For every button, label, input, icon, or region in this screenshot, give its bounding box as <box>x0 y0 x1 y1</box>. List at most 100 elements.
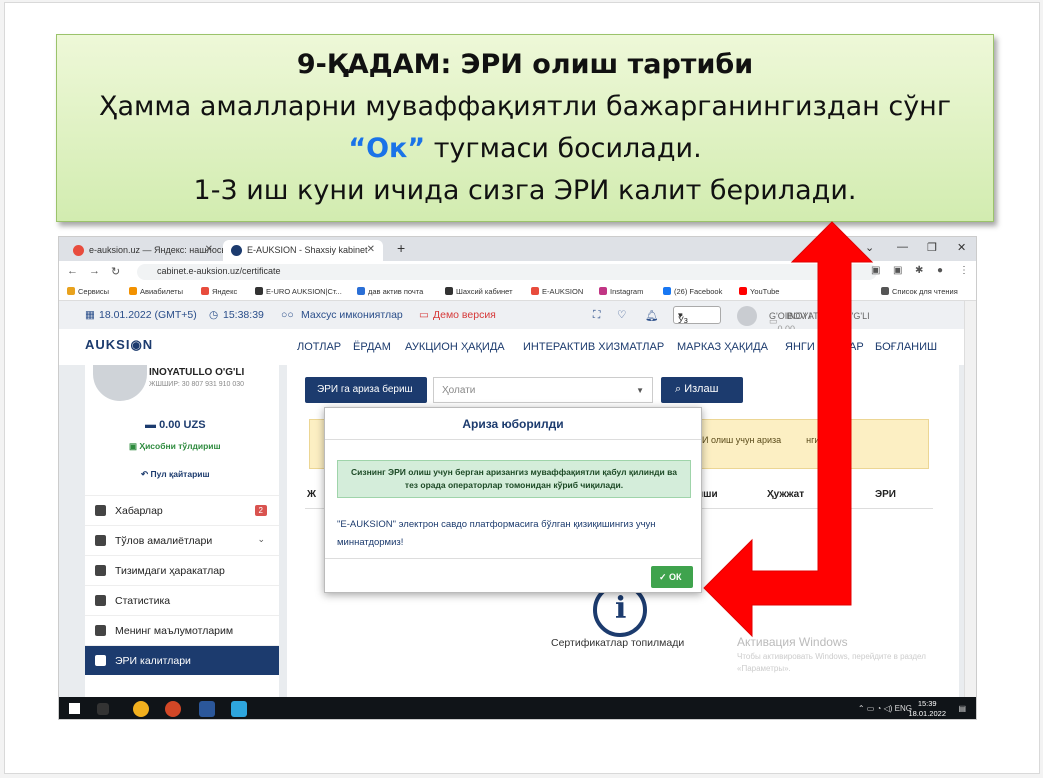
balance: ▬ 0.00 UZS <box>145 419 206 431</box>
sidebar-item-actions[interactable]: Тизимдаги ҳаракатлар <box>85 555 279 585</box>
windows-activation-subtitle: Чтобы активировать Windows, перейдите в … <box>737 652 926 673</box>
refund-link[interactable]: ↶ Пул қайтариш <box>141 469 210 480</box>
ok-button[interactable]: ✓ ОК <box>651 566 693 588</box>
close-icon[interactable]: ✕ <box>205 244 213 255</box>
e-auksion-icon <box>531 287 539 295</box>
banner-line-3: “Ок” тугмаси босилади. <box>57 133 993 164</box>
calendar-icon: ▦ <box>85 309 95 321</box>
bookmark-item[interactable]: Авиабилеты <box>129 287 183 296</box>
bookmark-item[interactable]: (26) Facebook <box>663 287 722 296</box>
menu-item-news[interactable]: ЯНГИ <box>785 341 815 353</box>
url-input[interactable]: cabinet.e-auksion.uz/certificate <box>137 264 877 280</box>
gavel-icon <box>445 287 453 295</box>
new-tab-icon[interactable]: + <box>397 240 405 256</box>
extension-icon[interactable]: ▣ <box>871 265 880 276</box>
address-bar: ← → ↻ cabinet.e-auksion.uz/certificate ▣… <box>59 261 976 283</box>
demo-link[interactable]: Демо версия <box>433 309 496 321</box>
sidebar: INOYATULLO O'G'LI ЖШШИР: 30 807 931 910 … <box>85 365 279 697</box>
plane-icon <box>129 287 137 295</box>
language-select[interactable]: Ўз ▾ <box>673 306 721 325</box>
sidebar-item-payments[interactable]: Тўлов амалиётлари ⌄ <box>85 525 279 555</box>
close-icon[interactable]: ✕ <box>367 244 375 255</box>
restore-icon[interactable]: ❐ <box>927 241 937 254</box>
bookmark-item[interactable]: E-AUKSION <box>531 287 583 296</box>
tab-e-auksion[interactable]: E-AUKSION - Shaxsiy kabinet ✕ <box>223 240 383 261</box>
browser-screenshot: e-auksion.uz — Яндекс: нашлось ✕ E-AUKSIO… <box>58 236 977 720</box>
chevron-down-icon: ⌄ <box>257 534 265 544</box>
banner-title: 9-ҚАДАМ: ЭРИ олиш тартиби <box>296 49 754 80</box>
puzzle-icon[interactable]: ✱ <box>915 265 923 276</box>
powerpoint-icon[interactable] <box>165 701 181 717</box>
main-menu: AUKSI◉N ЛОТЛАР ЁРДАМ АУКЦИОН ҲАҚИДА ИНТЕ… <box>59 329 966 365</box>
auksion-logo[interactable]: AUKSI◉N <box>85 337 153 353</box>
menu-item-about-center[interactable]: МАРКАЗ ҲАҚИДА <box>677 341 768 353</box>
modal-success-alert: Сизнинг ЭРИ олиш учун берган аризангиз м… <box>337 460 691 498</box>
instagram-icon <box>599 287 607 295</box>
bookmark-item[interactable]: E-URO AUKSION|Ст... <box>255 287 342 296</box>
telegram-icon[interactable] <box>231 701 247 717</box>
e-auksion-favicon-icon <box>231 245 242 256</box>
topup-link[interactable]: ▣ Ҳисобни тўлдириш <box>129 441 221 452</box>
chevron-down-icon[interactable]: ⌄ <box>865 241 874 254</box>
reload-icon[interactable]: ↻ <box>111 265 120 278</box>
success-modal: Ариза юборилди Сизнинг ЭРИ олиш учун бер… <box>324 407 702 593</box>
bookmark-item[interactable]: Сервисы <box>67 287 109 296</box>
windows-start-icon[interactable] <box>69 703 80 714</box>
sidebar-item-my-data[interactable]: Менинг маълумотларим <box>85 615 279 645</box>
search-button[interactable]: ⌕ Излаш <box>661 377 743 403</box>
bookmark-item[interactable]: Instagram <box>599 287 643 296</box>
sidebar-item-statistics[interactable]: Статистика <box>85 585 279 615</box>
scrollbar[interactable] <box>964 301 976 697</box>
sidebar-item-messages[interactable]: Хабарлар 2 <box>85 495 279 525</box>
windows-activation-title: Активация Windows <box>737 635 848 649</box>
accessibility-link[interactable]: Махсус имкониятлар <box>301 309 403 321</box>
menu-item-lots[interactable]: ЛОТЛАР <box>297 341 341 353</box>
column-header: Ж <box>307 489 317 500</box>
taskbar-clock[interactable]: 15:39 18.01.2022 <box>908 699 946 719</box>
menu-item-about-auction[interactable]: АУКЦИОН ҲАҚИДА <box>405 341 505 353</box>
receipt-icon <box>95 535 106 546</box>
profile-icon[interactable]: ● <box>937 265 943 276</box>
menu-item-contact[interactable]: БОҒЛАНИШ <box>875 341 937 353</box>
modal-title: Ариза юборилди <box>325 408 701 440</box>
bookmarks-bar: Сервисы Авиабилеты Яндекс E-URO AUKSION|… <box>59 283 976 301</box>
task-view-icon[interactable] <box>97 703 109 715</box>
back-icon[interactable]: ← <box>67 265 78 277</box>
facebook-icon <box>663 287 671 295</box>
user-name: G'OIBOV I INOYATULLO O'G'LI <box>769 311 870 321</box>
forward-icon[interactable]: → <box>89 265 100 277</box>
system-tray[interactable]: ⌃ ▭ ◔ ◁) ENG <box>858 704 912 713</box>
check-icon: ✓ <box>659 572 670 582</box>
chrome-icon[interactable] <box>133 701 149 717</box>
heart-icon[interactable]: ♡ <box>617 309 626 321</box>
bell-icon[interactable]: 🔔︎ <box>645 309 658 322</box>
bookmark-item[interactable]: дав актив почта <box>357 287 423 296</box>
modal-footer: ✓ ОК <box>325 558 701 594</box>
menu-dots-icon[interactable]: ⋮ <box>959 265 969 276</box>
window-close-icon[interactable]: ✕ <box>957 241 966 254</box>
bookmark-item[interactable]: Шахсий кабинет <box>445 287 513 296</box>
menu-item-help[interactable]: ЁРДАМ <box>353 341 391 353</box>
word-icon[interactable] <box>199 701 215 717</box>
clock-icon: ◷ <box>209 309 219 321</box>
banner-line-3-rest: тугмаси босилади. <box>425 133 702 164</box>
bookmark-item[interactable]: YouTube <box>739 287 779 296</box>
expand-icon[interactable]: ⛶ <box>593 309 600 322</box>
tab-yandex[interactable]: e-auksion.uz — Яндекс: нашлось ✕ <box>65 240 226 261</box>
bookmark-item[interactable]: Яндекс <box>201 287 237 296</box>
menu-item-partial[interactable]: АР <box>849 341 864 353</box>
wallet-icon: ▬ <box>145 419 160 431</box>
yandex-icon <box>201 287 209 295</box>
avatar[interactable] <box>737 306 757 326</box>
minimize-icon[interactable]: — <box>897 241 908 253</box>
envelope-icon <box>95 505 106 516</box>
apply-eri-button[interactable]: ЭРИ га ариза бериш <box>305 377 427 403</box>
menu-item-interactive[interactable]: ИНТЕРАКТИВ ХИЗМАТЛАР <box>523 341 664 353</box>
notifications-icon[interactable]: ▤ <box>958 704 966 713</box>
extension-icon[interactable]: ▣ <box>893 265 902 276</box>
bookmark-item[interactable]: Список для чтения <box>881 287 958 296</box>
time-text: 15:38:39 <box>223 309 264 321</box>
sidebar-item-eri-keys[interactable]: ЭРИ калитлари <box>85 645 279 675</box>
status-select[interactable]: Ҳолати ▼ <box>433 377 653 403</box>
search-icon: ⌕ <box>675 383 685 395</box>
